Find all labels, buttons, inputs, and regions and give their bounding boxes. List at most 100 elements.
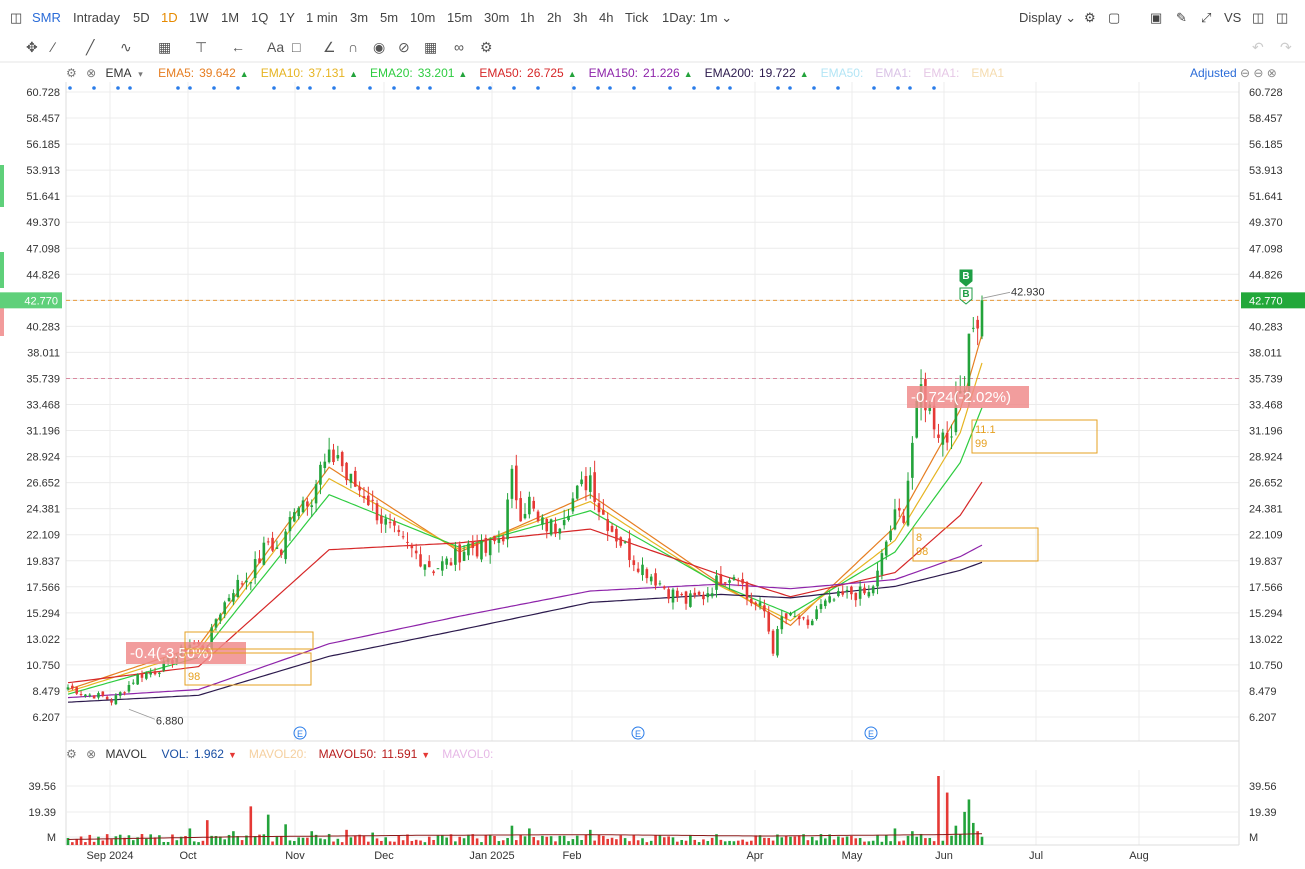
ema-legend-item[interactable]: EMA200: 19.722 ▲: [705, 66, 809, 80]
legend-close-icon[interactable]: ⊗: [86, 66, 96, 80]
signal-dot: [716, 86, 720, 90]
volume-bar: [597, 834, 601, 845]
volume-bar: [702, 839, 705, 845]
volume-bar: [371, 832, 374, 845]
vol-legend-item[interactable]: MAVOL50: 11.591 ▼: [319, 747, 431, 761]
high-label: 42.930: [1011, 286, 1045, 298]
volume-bar: [850, 835, 853, 845]
candle-body: [741, 579, 744, 584]
ema-legend-item[interactable]: EMA1: [971, 66, 1004, 80]
y-tick-label-right: 22.109: [1249, 530, 1283, 542]
arrow-up-icon: ▲: [567, 69, 577, 79]
candle-body: [75, 687, 79, 694]
candle-body: [258, 558, 261, 564]
candle-body: [754, 602, 757, 605]
ema-legend-item[interactable]: EMA10: 37.131 ▲: [261, 66, 358, 80]
candle-body: [976, 319, 979, 329]
volume-bar: [467, 834, 470, 845]
legend-settings-icon[interactable]: ⚙: [66, 66, 77, 80]
candle-body: [145, 672, 148, 679]
volume-bar: [911, 831, 914, 845]
volume-bar: [384, 837, 388, 845]
volume-bar: [750, 840, 753, 845]
candle-body: [863, 587, 866, 594]
candle-body: [288, 517, 292, 532]
volume-bar: [345, 829, 348, 845]
signal-dot: [836, 86, 840, 90]
ema-legend-item[interactable]: EMA5: 39.642 ▲: [158, 66, 249, 80]
chevron-down-icon[interactable]: ▾: [138, 69, 143, 79]
signal-dot: [512, 86, 516, 90]
candle-body: [358, 486, 361, 491]
vol-close-icon[interactable]: ⊗: [86, 747, 96, 761]
candle-body: [793, 616, 797, 618]
ema-legend-item[interactable]: EMA20: 33.201 ▲: [370, 66, 467, 80]
volume-bar: [349, 837, 353, 845]
volume-bar: [201, 840, 205, 845]
volume-bar: [528, 828, 531, 845]
candle-body: [414, 550, 418, 554]
candle-body: [893, 509, 897, 530]
volume-bar: [889, 841, 892, 845]
volume-bar: [619, 835, 623, 845]
candle-body: [327, 449, 331, 463]
volume-bar: [649, 840, 653, 845]
volume-bar: [588, 829, 592, 845]
volume-bar: [506, 837, 509, 845]
candle-body: [780, 616, 784, 630]
volume-bar: [158, 835, 161, 845]
y-tick-label-right: 10.750: [1249, 660, 1283, 672]
candle-body: [158, 672, 161, 674]
x-tick-label: Dec: [374, 850, 394, 862]
legend-title[interactable]: EMA: [106, 66, 131, 80]
y-tick-label: 6.207: [32, 712, 60, 724]
volume-bar: [445, 837, 448, 845]
volume-bar: [319, 838, 322, 845]
ema-legend-item[interactable]: EMA1:: [875, 66, 911, 80]
candle-body: [475, 543, 479, 557]
vol-settings-icon[interactable]: ⚙: [66, 747, 77, 761]
price-chart[interactable]: 60.728 60.728 58.457 58.457 56.185 56.185 53.9…: [0, 0, 1305, 869]
ema-legend-value: 26.725: [527, 66, 564, 80]
ema-legend-label: EMA50:: [820, 66, 864, 80]
volume-bar: [397, 835, 401, 845]
candle-body: [541, 517, 544, 525]
volume-bar: [945, 792, 949, 845]
candle-body: [693, 592, 697, 596]
candle-body: [767, 611, 771, 632]
signal-dot: [932, 86, 936, 90]
candle-body: [297, 507, 300, 517]
vol-legend-item[interactable]: MAVOL0:: [442, 747, 493, 761]
candle-body: [658, 583, 662, 585]
vol-legend-item[interactable]: MAVOL20:: [249, 747, 307, 761]
ema-legend-item[interactable]: EMA150: 21.226 ▲: [589, 66, 693, 80]
volume-bar: [736, 840, 740, 845]
candle-body: [567, 515, 570, 521]
ema-legend-item[interactable]: EMA1:: [923, 66, 959, 80]
volume-bar: [676, 841, 679, 845]
candle-body: [245, 580, 248, 583]
ema-legend-item[interactable]: EMA50: 26.725 ▲: [479, 66, 576, 80]
volume-bar: [667, 836, 670, 845]
vol-legend-item[interactable]: VOL: 1.962 ▼: [162, 747, 237, 761]
candle-body: [732, 577, 736, 580]
vol-title[interactable]: MAVOL: [106, 747, 147, 761]
signal-dot: [788, 86, 792, 90]
candle-body: [219, 614, 222, 621]
ema-legend-item[interactable]: EMA50:: [821, 66, 864, 80]
y-tick-label-right: 44.826: [1249, 269, 1283, 281]
candle-body: [810, 620, 814, 626]
volume-bar: [536, 840, 540, 845]
volume-bar: [297, 837, 300, 845]
signal-dot: [872, 86, 876, 90]
pane-controls[interactable]: ⊖ ⊖ ⊗: [1240, 66, 1277, 80]
y-tick-label-right: 31.196: [1249, 426, 1283, 438]
candle-body: [610, 525, 614, 532]
ema-legend-label: EMA50:: [479, 66, 523, 80]
volume-bar: [145, 838, 148, 845]
info-box: [912, 527, 1039, 562]
candle-body: [615, 528, 618, 542]
adjusted-toggle[interactable]: Adjusted: [1190, 66, 1237, 80]
candle-body: [275, 547, 279, 549]
candle-body: [784, 613, 788, 619]
